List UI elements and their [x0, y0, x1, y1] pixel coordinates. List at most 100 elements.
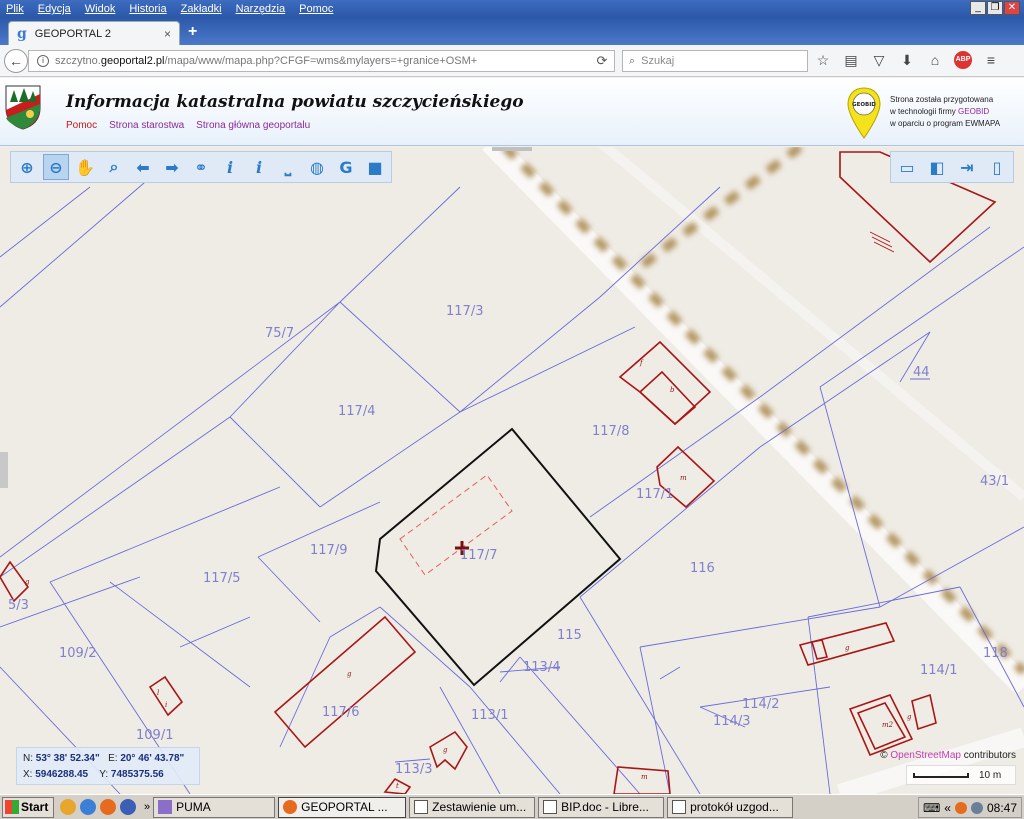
- side-panel-icon[interactable]: ▯: [984, 154, 1010, 180]
- zoom-extent-icon[interactable]: ⌕: [101, 154, 127, 180]
- restore-button[interactable]: ❐: [987, 1, 1003, 15]
- side-panel-grip[interactable]: [0, 452, 8, 488]
- parcel-label-114-3: 114/3: [713, 714, 750, 729]
- globe-icon[interactable]: ◍: [304, 154, 330, 180]
- bookmark-star-icon[interactable]: ☆: [814, 51, 832, 69]
- building-label-g: g: [25, 578, 30, 586]
- taskbar-item-geoportal[interactable]: GEOPORTAL ...: [278, 796, 407, 818]
- network-icon[interactable]: [970, 801, 983, 814]
- map-toolbar-right: ▭ ◧ ⇥ ▯: [890, 151, 1014, 183]
- measure-icon[interactable]: ⎵: [275, 154, 301, 180]
- export-icon[interactable]: ⇥: [954, 154, 980, 180]
- close-window-button[interactable]: ✕: [1004, 1, 1020, 15]
- reading-list-icon[interactable]: ▤: [842, 51, 860, 69]
- menu-plik[interactable]: Plik: [0, 3, 32, 15]
- start-button[interactable]: Start: [2, 796, 54, 818]
- quick-launch-more-icon[interactable]: »: [144, 801, 150, 813]
- parcel-label-43-1: 43/1: [980, 474, 1009, 489]
- taskbar-item-zestawienie[interactable]: Zestawienie um...: [409, 796, 536, 818]
- parcel-label-113-1: 113/1: [471, 708, 508, 723]
- search-placeholder: Szukaj: [641, 55, 675, 67]
- tab-geoportal[interactable]: g GEOPORTAL 2 ×: [8, 21, 180, 45]
- minimize-button[interactable]: _: [970, 1, 986, 15]
- download-icon[interactable]: ⬇: [898, 51, 916, 69]
- keyboard-icon[interactable]: ⌨: [923, 801, 940, 815]
- map-attribution: © OpenStreetMap contributors: [880, 750, 1016, 761]
- clock[interactable]: 08:47: [987, 801, 1017, 815]
- parcel-label-115: 115: [557, 628, 582, 643]
- cadastral-map[interactable]: 75/7 117/3 117/4 117/8 44 43/1 117/1 117…: [0, 147, 1024, 794]
- new-tab-button[interactable]: +: [188, 23, 197, 41]
- taskbar-item-bip[interactable]: BIP.doc - Libre...: [538, 796, 665, 818]
- menu-narzedzia[interactable]: Narzędzia: [230, 3, 294, 15]
- scale-label: 10 m: [979, 770, 1002, 781]
- link-strona-glowna[interactable]: Strona główna geoportalu: [196, 120, 310, 131]
- forward-arrow-icon[interactable]: ➡: [159, 154, 185, 180]
- building-label-f: f: [639, 359, 644, 367]
- page-title: Informacja katastralna powiatu szczycień…: [66, 92, 524, 112]
- tab-close-icon[interactable]: ×: [164, 27, 171, 41]
- menu-pomoc[interactable]: Pomoc: [293, 3, 341, 15]
- firefox-icon[interactable]: [100, 799, 116, 815]
- pocket-icon[interactable]: ▽: [870, 51, 888, 69]
- geobid-logo: GEOBID: [847, 87, 881, 139]
- zoom-out-icon[interactable]: ⊖: [43, 154, 69, 180]
- parcel-label-117-5: 117/5: [203, 571, 240, 586]
- menu-historia[interactable]: Historia: [123, 3, 174, 15]
- link-strona-starostwa[interactable]: Strona starostwa: [109, 120, 184, 131]
- site-info-icon[interactable]: i: [37, 55, 49, 67]
- parcel-label-116: 116: [690, 561, 715, 576]
- building-label-t: t: [396, 782, 399, 790]
- building-label-m: m: [680, 474, 687, 482]
- firefox-tray-icon[interactable]: [954, 801, 967, 814]
- top-panel-grip[interactable]: [492, 147, 532, 151]
- google-icon[interactable]: G: [333, 154, 359, 180]
- latitude-value: 53° 38' 52.34": [35, 753, 100, 764]
- reload-icon[interactable]: ⟳: [590, 53, 614, 69]
- taskbar-item-protokol[interactable]: protokół uzgod...: [667, 796, 794, 818]
- zoom-in-icon[interactable]: ⊕: [14, 154, 40, 180]
- hamburger-menu-icon[interactable]: ≡: [982, 51, 1000, 69]
- parcel-boundaries: [0, 151, 1024, 794]
- osm-link[interactable]: OpenStreetMap: [890, 750, 961, 761]
- tray-expand-chevron[interactable]: «: [944, 801, 951, 815]
- url-bar[interactable]: i szczytno.geoportal2.pl/mapa/www/mapa.p…: [28, 50, 615, 72]
- x-coordinate-value: 5946288.45: [35, 769, 89, 780]
- coordinate-readout: N: 53° 38' 52.34" E: 20° 46' 43.78" X: 5…: [16, 747, 200, 785]
- split-panel-icon[interactable]: ◧: [924, 154, 950, 180]
- writer-document-icon: [543, 800, 558, 814]
- link-pomoc[interactable]: Pomoc: [66, 120, 97, 131]
- header-links: Pomoc Strona starostwa Strona główna geo…: [66, 120, 310, 131]
- firefox-task-icon: [283, 800, 298, 814]
- map-canvas[interactable]: 75/7 117/3 117/4 117/8 44 43/1 117/1 117…: [0, 147, 1024, 794]
- link-icon[interactable]: ⚭: [188, 154, 214, 180]
- window-icon[interactable]: ▭: [894, 154, 920, 180]
- building-label-g-3: g: [443, 746, 448, 754]
- back-arrow-icon[interactable]: ⬅: [130, 154, 156, 180]
- search-input[interactable]: ⌕ Szukaj: [622, 50, 808, 72]
- parcel-label-5-3: 5/3: [8, 598, 29, 613]
- info-select-icon[interactable]: i: [246, 154, 272, 180]
- building-label-l: l: [157, 689, 159, 697]
- pan-hand-icon[interactable]: ✋: [72, 154, 98, 180]
- menu-edycja[interactable]: Edycja: [32, 3, 79, 15]
- parcel-label-44: 44: [913, 365, 930, 380]
- firefox-alt-icon[interactable]: [120, 799, 136, 815]
- parcel-label-117-1: 117/1: [636, 487, 673, 502]
- menu-zakladki[interactable]: Zakładki: [175, 3, 230, 15]
- back-button[interactable]: ←: [4, 49, 28, 73]
- taskbar-item-puma[interactable]: PUMA: [153, 796, 276, 818]
- geobid-link[interactable]: GEOBID: [958, 107, 989, 116]
- home-icon[interactable]: ⌂: [926, 51, 944, 69]
- media-player-icon[interactable]: [60, 799, 76, 815]
- document-icon: [414, 800, 429, 814]
- menu-widok[interactable]: Widok: [79, 3, 124, 15]
- info-icon[interactable]: i: [217, 154, 243, 180]
- parcel-label-113-3: 113/3: [395, 762, 432, 777]
- adblock-icon[interactable]: ABP: [954, 51, 972, 69]
- quick-launch: [60, 799, 136, 815]
- parcel-label-109-1: 109/1: [136, 728, 173, 743]
- camera-icon[interactable]: ■: [362, 154, 388, 180]
- ie-icon[interactable]: [80, 799, 96, 815]
- building-label-m-2: m: [641, 773, 648, 781]
